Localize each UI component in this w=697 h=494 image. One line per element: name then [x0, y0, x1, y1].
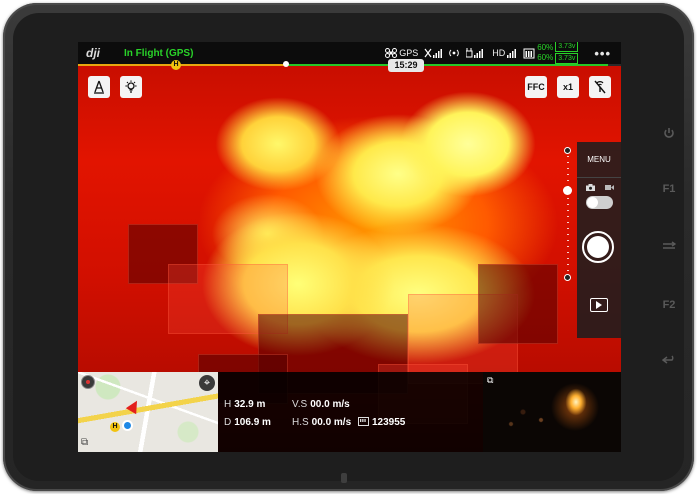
zoom-slider-max — [564, 147, 571, 154]
rc-battery-volt: 3.73v — [555, 42, 579, 52]
battery-voltages: 3.73v 3.73v — [555, 42, 579, 65]
battery-percentages: 60% 60% — [537, 43, 553, 63]
battery-indicator[interactable]: 60% 60% 3.73v 3.73v — [523, 42, 579, 65]
no-signal-icon — [594, 80, 606, 94]
compass-icon[interactable] — [81, 375, 95, 389]
camera-menu-button[interactable]: MENU — [577, 142, 621, 178]
zoom-slider[interactable] — [563, 147, 572, 281]
signal-icon — [424, 48, 443, 58]
map-home-marker: H — [110, 422, 120, 432]
switch-icon — [663, 241, 676, 249]
zoom-slider-track — [567, 150, 569, 278]
vertical-speed-label: V.S — [292, 399, 308, 410]
satellite-signal[interactable] — [424, 48, 443, 58]
mute-button[interactable] — [589, 76, 611, 98]
power-icon — [664, 128, 674, 138]
sd-card-icon — [358, 417, 369, 426]
zoom-slider-min — [564, 274, 571, 281]
rc-signal-icon — [466, 48, 484, 58]
gps-label: GPS — [399, 48, 419, 58]
playback-button[interactable] — [590, 298, 608, 312]
aircraft-battery-volt: 3.73v — [555, 53, 579, 64]
height-value: 32.9 m — [234, 399, 266, 410]
zoom-slider-thumb[interactable] — [563, 186, 572, 195]
battery-icon — [523, 48, 535, 59]
switch-button[interactable] — [658, 241, 680, 251]
status-bar: dji In Flight (GPS) GPS HD 60% 60% 3.73v… — [78, 42, 621, 64]
rc-battery-pct: 60% — [537, 43, 554, 52]
crosshair-icon[interactable]: ⌖ — [199, 375, 215, 391]
vertical-speed-value: 00.0 m/s — [310, 399, 350, 410]
camera-control-rail: MENU — [577, 142, 621, 338]
light-bulb-icon — [125, 80, 137, 93]
auto-takeoff-button[interactable] — [88, 76, 110, 98]
height-readout: H 32.9 m — [224, 399, 265, 410]
toggle-knob — [587, 197, 598, 208]
horizontal-speed-readout: H.S 00.0 m/s — [292, 417, 351, 428]
telemetry-panel: H 32.9 m V.S 00.0 m/s D 106.9 m H.S 00.0 m/s… — [218, 372, 483, 452]
hd-signal[interactable]: HD — [492, 48, 517, 58]
remaining-flight-time[interactable]: 15:29 — [388, 59, 424, 72]
back-button[interactable] — [658, 355, 680, 365]
distance-label: D — [224, 417, 232, 428]
pilot-location-icon — [122, 420, 133, 431]
distance-value: 106.9 m — [234, 417, 271, 428]
ffc-button[interactable]: FFC — [525, 76, 547, 98]
dji-logo[interactable]: dji — [86, 46, 110, 60]
gps-indicator[interactable]: GPS — [385, 48, 418, 58]
power-button[interactable] — [658, 127, 680, 139]
playback-icon — [596, 301, 602, 309]
horizontal-speed-label: H.S — [292, 417, 309, 428]
takeoff-icon — [94, 80, 104, 94]
storage-readout: 123955 — [358, 417, 405, 428]
bezel-mark — [341, 473, 347, 483]
aircraft-arrow-icon — [125, 397, 143, 415]
vertical-speed-readout: V.S 00.0 m/s — [292, 399, 350, 410]
visual-camera-pip[interactable]: ⧉ — [483, 372, 621, 452]
flight-progress-ok-segment — [288, 64, 608, 66]
height-label: H — [224, 399, 232, 410]
wireless-icon — [449, 49, 459, 57]
f1-button[interactable]: F1 — [658, 183, 680, 195]
zoom-level-button[interactable]: x1 — [557, 76, 579, 98]
photo-video-toggle[interactable] — [586, 196, 613, 209]
expand-map-icon[interactable]: ⧉ — [81, 437, 95, 449]
progress-position-dot — [283, 61, 289, 67]
f2-button[interactable]: F2 — [658, 299, 680, 311]
flight-progress-warning-segment — [78, 64, 288, 66]
more-menu-button[interactable]: ••• — [594, 46, 611, 61]
aircraft-battery-pct: 60% — [537, 53, 554, 62]
back-icon — [662, 355, 674, 364]
rc-signal[interactable] — [466, 48, 486, 58]
shutter-button[interactable] — [582, 231, 614, 263]
flight-status[interactable]: In Flight (GPS) — [124, 48, 193, 59]
home-point-marker: H — [171, 60, 181, 70]
video-icon — [605, 185, 614, 190]
hd-signal-icon — [507, 49, 517, 58]
app-screen: dji In Flight (GPS) GPS HD 60% 60% 3.73v… — [78, 42, 621, 452]
camera-icon — [586, 184, 595, 191]
drone-icon — [385, 48, 398, 58]
horizontal-speed-value: 00.0 m/s — [311, 417, 352, 428]
hd-label: HD — [492, 48, 506, 58]
building-silhouette — [478, 264, 558, 344]
storage-count-value: 123955 — [372, 417, 406, 428]
distance-readout: D 106.9 m — [224, 417, 271, 428]
wireless-indicator[interactable] — [448, 48, 460, 58]
shutter-button-inner — [587, 236, 609, 258]
mini-map[interactable]: ⌖ H ⧉ — [78, 372, 218, 452]
swap-view-icon[interactable]: ⧉ — [487, 375, 499, 385]
spotlight-button[interactable] — [120, 76, 142, 98]
